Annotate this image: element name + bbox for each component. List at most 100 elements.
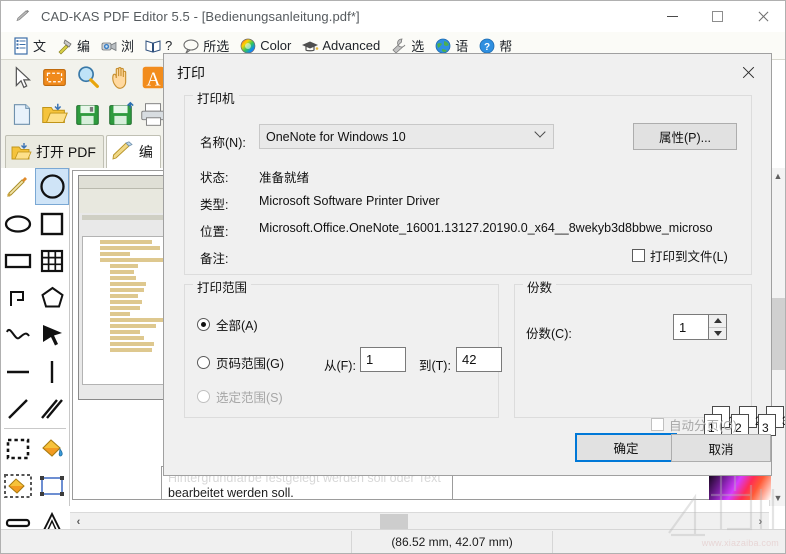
- tab-edit[interactable]: 编: [105, 135, 161, 168]
- diagonal-line-icon[interactable]: [1, 390, 35, 427]
- copies-count-input[interactable]: 1: [673, 314, 709, 340]
- menu-item-help-book-label: ?: [165, 38, 173, 53]
- status-segment-left: [1, 530, 351, 554]
- copies-legend: 份数: [523, 277, 557, 296]
- collate-checkbox: 自动分页(O): [651, 415, 737, 434]
- arrow-pointer-icon[interactable]: [35, 316, 69, 353]
- ok-button[interactable]: 确定: [575, 433, 677, 462]
- menu-item-edit[interactable]: 编: [51, 33, 95, 59]
- chevron-down-icon: [713, 330, 722, 336]
- embedded-tabs: [82, 215, 170, 220]
- ellipse-icon[interactable]: [1, 205, 35, 242]
- range-all-radio[interactable]: 全部(A): [197, 315, 258, 334]
- save-as-icon[interactable]: [105, 99, 136, 132]
- close-button[interactable]: [740, 1, 785, 32]
- drawing-tools-panel: [1, 168, 70, 532]
- hand-pan-icon[interactable]: [105, 62, 136, 95]
- status-segment-right: [553, 530, 784, 554]
- edit-pen-icon: [111, 141, 135, 163]
- printer-location-label: 位置:: [200, 225, 229, 239]
- radio-circle: [197, 390, 210, 403]
- table-grid-icon[interactable]: [35, 242, 69, 279]
- open-folder-icon[interactable]: [39, 99, 70, 132]
- menu-item-view[interactable]: 浏: [95, 33, 139, 59]
- magnifier-icon[interactable]: [72, 62, 103, 95]
- dashed-rectangle-icon[interactable]: [1, 430, 35, 467]
- toolbar-row-1: A: [1, 60, 170, 97]
- fill-selection-icon[interactable]: [1, 467, 35, 504]
- embedded-tree-panel: [82, 236, 170, 385]
- scroll-left-arrow-icon[interactable]: ‹: [70, 513, 87, 530]
- new-document-icon[interactable]: [6, 99, 37, 132]
- minimize-button[interactable]: [650, 1, 695, 32]
- curve-icon[interactable]: [1, 316, 35, 353]
- range-selection-radio: 选定范围(S): [197, 387, 283, 406]
- vertical-scroll-thumb[interactable]: [771, 298, 785, 370]
- scroll-up-arrow-icon[interactable]: ▲: [770, 168, 785, 184]
- select-object-icon[interactable]: [35, 467, 69, 504]
- printer-location-value: Microsoft.Office.OneNote_16001.13127.201…: [259, 221, 713, 235]
- window-title: CAD-KAS PDF Editor 5.5 - [Bedienungsanle…: [41, 9, 360, 24]
- maximize-icon: [712, 11, 723, 22]
- square-icon[interactable]: [35, 205, 69, 242]
- printer-type-label: 类型:: [200, 198, 229, 212]
- menu-item-file-label: 文: [33, 39, 47, 54]
- copies-count-value: 1: [679, 319, 687, 335]
- circle-icon[interactable]: [35, 168, 69, 205]
- cursor-arrow-icon[interactable]: [6, 62, 37, 95]
- book-icon: [144, 37, 162, 55]
- menu-item-view-label: 浏: [121, 39, 135, 54]
- color-wheel-icon: [239, 37, 257, 55]
- range-to-input[interactable]: 42: [456, 347, 502, 372]
- status-coordinates: (86.52 mm, 42.07 mm): [391, 534, 513, 549]
- menu-item-color-label: Color: [260, 38, 292, 53]
- camera-icon: [100, 37, 118, 55]
- polygon-icon[interactable]: [35, 279, 69, 316]
- wrench-icon: [390, 37, 408, 55]
- checkbox-box: [651, 418, 664, 431]
- graduation-cap-icon: [301, 37, 319, 55]
- printer-comment-label: 备注:: [200, 252, 229, 266]
- marquee-select-icon[interactable]: [39, 62, 70, 95]
- cancel-button[interactable]: 取消: [671, 434, 771, 462]
- print-to-file-checkbox[interactable]: 打印到文件(L): [632, 246, 728, 265]
- horizontal-scroll-thumb[interactable]: [380, 514, 408, 529]
- menu-item-edit-label: 编: [77, 39, 91, 54]
- menu-item-file[interactable]: 文: [7, 33, 51, 59]
- printer-properties-button[interactable]: 属性(P)...: [633, 123, 737, 150]
- range-from-input[interactable]: 1: [360, 347, 406, 372]
- horizontal-line-icon[interactable]: [1, 353, 35, 390]
- copies-count-label: 份数(C):: [526, 327, 572, 341]
- double-line-icon[interactable]: [35, 390, 69, 427]
- horizontal-scrollbar[interactable]: ‹ ›: [70, 512, 769, 529]
- range-from-label: 从(F):: [324, 359, 356, 373]
- embedded-toolbar-2: [79, 201, 173, 213]
- drawing-tools-grid-primary: [1, 168, 69, 427]
- range-pages-radio[interactable]: 页码范围(G): [197, 353, 284, 372]
- application-window: CAD-KAS PDF Editor 5.5 - [Bedienungsanle…: [0, 0, 786, 554]
- scroll-down-arrow-icon[interactable]: ▼: [770, 490, 785, 506]
- tab-open-pdf[interactable]: 打开 PDF: [5, 135, 104, 168]
- printer-properties-label: 属性(P)...: [658, 131, 712, 145]
- printer-name-combobox[interactable]: OneNote for Windows 10: [259, 124, 554, 149]
- print-dialog-close-button[interactable]: [726, 54, 771, 91]
- rectangle-icon[interactable]: [1, 242, 35, 279]
- paint-bucket-icon[interactable]: [35, 430, 69, 467]
- polyline-icon[interactable]: [1, 279, 35, 316]
- spinner-down-button[interactable]: [709, 328, 726, 340]
- chevron-up-icon: [713, 318, 722, 324]
- embedded-screenshot-image: [78, 175, 174, 400]
- document-icon: [12, 36, 30, 55]
- scroll-right-arrow-icon[interactable]: ›: [752, 513, 769, 530]
- embedded-folder-tree: [86, 240, 166, 352]
- save-icon[interactable]: [72, 99, 103, 132]
- vertical-line-icon[interactable]: [35, 353, 69, 390]
- collate-page-pair-3: 3 3: [758, 406, 785, 436]
- maximize-button[interactable]: [695, 1, 740, 32]
- menu-item-advanced-label: Advanced: [322, 38, 381, 53]
- hammer-icon: [56, 37, 74, 55]
- copies-spinner[interactable]: [709, 314, 727, 340]
- print-dialog-title: 打印: [177, 64, 205, 81]
- spinner-up-button[interactable]: [709, 315, 726, 327]
- paintbrush-icon[interactable]: [1, 168, 35, 205]
